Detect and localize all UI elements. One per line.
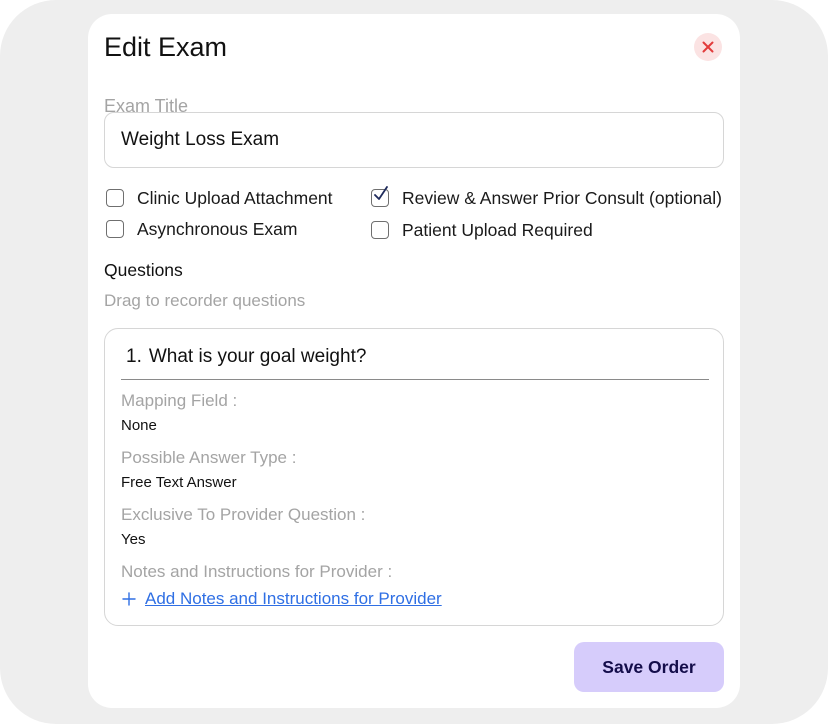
answer-type-label: Possible Answer Type : <box>121 448 297 467</box>
question-heading: 1. What is your goal weight? <box>121 343 709 380</box>
patient-upload-required-option[interactable]: Patient Upload Required <box>371 219 593 241</box>
add-notes-control[interactable]: Add Notes and Instructions for Provider <box>121 588 442 610</box>
review-prior-consult-option[interactable]: Review & Answer Prior Consult (optional) <box>371 186 722 209</box>
notes-label: Notes and Instructions for Provider : <box>121 562 393 581</box>
edit-exam-modal: Edit Exam Exam Title Clinic Upload Attac… <box>88 14 740 708</box>
exam-title-input[interactable] <box>104 112 724 168</box>
patient-upload-required-checkbox[interactable] <box>371 221 389 239</box>
modal-title: Edit Exam <box>104 32 228 62</box>
exclusive-provider-label: Exclusive To Provider Question : <box>121 505 366 524</box>
question-card[interactable]: 1. What is your goal weight? Mapping Fie… <box>104 328 724 626</box>
review-prior-consult-label: Review & Answer Prior Consult (optional) <box>402 188 722 208</box>
patient-upload-required-label: Patient Upload Required <box>402 220 593 240</box>
asynchronous-exam-option[interactable]: Asynchronous Exam <box>106 218 298 240</box>
close-button[interactable] <box>694 33 722 61</box>
answer-type-value: Free Text Answer <box>121 474 237 491</box>
save-order-button[interactable]: Save Order <box>574 642 724 692</box>
clinic-upload-attachment-option[interactable]: Clinic Upload Attachment <box>106 187 333 209</box>
exclusive-provider-value: Yes <box>121 531 146 548</box>
close-icon <box>702 41 714 53</box>
checkmark-icon <box>374 186 388 200</box>
questions-hint: Drag to recorder questions <box>104 291 306 310</box>
question-number: 1. <box>126 346 142 367</box>
asynchronous-exam-label: Asynchronous Exam <box>137 219 298 239</box>
add-notes-link[interactable]: Add Notes and Instructions for Provider <box>145 588 442 610</box>
question-text: What is your goal weight? <box>148 346 367 367</box>
clinic-upload-attachment-checkbox[interactable] <box>106 189 124 207</box>
questions-title: Questions <box>104 260 183 280</box>
mapping-field-value: None <box>121 417 157 434</box>
mapping-field-label: Mapping Field : <box>121 391 238 410</box>
clinic-upload-attachment-label: Clinic Upload Attachment <box>137 188 333 208</box>
asynchronous-exam-checkbox[interactable] <box>106 220 124 238</box>
review-prior-consult-checkbox[interactable] <box>371 186 389 207</box>
plus-icon <box>122 592 136 606</box>
